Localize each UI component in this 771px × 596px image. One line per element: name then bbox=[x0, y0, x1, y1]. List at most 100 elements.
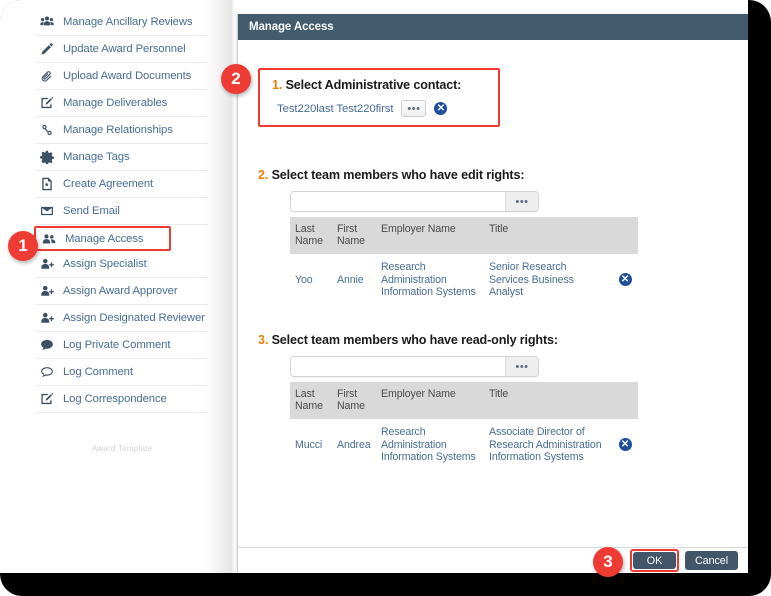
sidebar-item-label: Assign Designated Reviewer bbox=[63, 312, 205, 324]
sidebar-item-label: Assign Award Approver bbox=[63, 285, 178, 297]
sidebar-item-log-comment[interactable]: Log Comment bbox=[36, 359, 208, 386]
sidebar-item-label: Manage Access bbox=[65, 232, 144, 245]
edit-rights-search-input[interactable] bbox=[291, 192, 505, 211]
column-header: First Name bbox=[332, 217, 376, 254]
users-group-icon bbox=[36, 15, 57, 29]
callout-badge-1: 1 bbox=[8, 231, 38, 261]
section1-number: 1. bbox=[272, 78, 283, 92]
cell-employer-name: Research Administration Information Syst… bbox=[381, 426, 476, 463]
sidebar-item-create-agreement[interactable]: Create Agreement bbox=[36, 171, 208, 198]
sidebar-item-assign-award-approver[interactable]: Assign Award Approver bbox=[36, 278, 208, 305]
section-edit-rights: 2. Select team members who have edit rig… bbox=[258, 168, 658, 306]
dialog-titlebar: Manage Access bbox=[238, 14, 748, 40]
section3-heading: 3. Select team members who have read-onl… bbox=[258, 333, 658, 347]
sidebar-item-manage-deliverables[interactable]: Manage Deliverables bbox=[36, 90, 208, 117]
sidebar-item-label: Log Correspondence bbox=[63, 393, 167, 405]
section-admin-contact: 1. Select Administrative contact: Test22… bbox=[258, 68, 500, 127]
cell-actions: ✕ bbox=[612, 419, 638, 471]
section1-heading-text: Select Administrative contact: bbox=[285, 78, 462, 92]
section3-number: 3. bbox=[258, 333, 269, 347]
admin-contact-name: Test220last Test220first bbox=[277, 102, 394, 115]
sidebar-item-upload-award-documents[interactable]: Upload Award Documents bbox=[36, 63, 208, 90]
remove-circle-icon[interactable]: ✕ bbox=[434, 102, 448, 115]
sidebar-item-label: Assign Specialist bbox=[63, 258, 147, 270]
sidebar-item-log-correspondence[interactable]: Log Correspondence bbox=[36, 386, 208, 413]
cell-title: Senior Research Services Business Analys… bbox=[489, 261, 574, 298]
edit-rights-ellipsis-icon[interactable]: ••• bbox=[505, 192, 538, 211]
ellipsis-dots: ••• bbox=[515, 195, 529, 208]
users-two-icon bbox=[38, 232, 59, 246]
sidebar-item-label: Log Comment bbox=[63, 366, 133, 378]
column-header: Last Name bbox=[290, 217, 332, 254]
sidebar-item-send-email[interactable]: Send Email bbox=[36, 198, 208, 225]
application-page: Manage Ancillary Reviews Update Award Per… bbox=[0, 0, 748, 573]
section-admin-contact-highlight: 1. Select Administrative contact: Test22… bbox=[258, 68, 500, 127]
sidebar-item-manage-relationships[interactable]: Manage Relationships bbox=[36, 117, 208, 144]
sidebar-item-label: Upload Award Documents bbox=[63, 70, 192, 82]
dialog-body: 1. Select Administrative contact: Test22… bbox=[238, 40, 748, 547]
sidebar-item-label: Manage Deliverables bbox=[63, 97, 168, 109]
table-header-row: Last Name First Name Employer Name Title bbox=[290, 217, 638, 254]
user-plus-icon bbox=[36, 311, 57, 325]
sidebar-item-assign-designated-reviewer[interactable]: Assign Designated Reviewer bbox=[36, 305, 208, 332]
callout-badge-3: 3 bbox=[593, 547, 623, 577]
cell-title: Associate Director of Research Administr… bbox=[489, 426, 602, 463]
edit-rights-table: Last Name First Name Employer Name Title Yoo… bbox=[290, 217, 638, 306]
table-row: Yoo Annie Research Administration Informat… bbox=[290, 254, 638, 306]
column-header: Title bbox=[484, 217, 612, 254]
cell-actions: ✕ bbox=[612, 254, 638, 306]
sidebar-item-label: Log Private Comment bbox=[63, 339, 171, 351]
sidebar-item-label: Manage Relationships bbox=[63, 124, 173, 136]
sidebar-item-label: Send Email bbox=[63, 205, 120, 217]
table-header-row: Last Name First Name Employer Name Title bbox=[290, 382, 638, 419]
column-header bbox=[612, 217, 638, 254]
column-header bbox=[612, 382, 638, 419]
user-plus-icon bbox=[36, 257, 57, 271]
sidebar-item-update-award-personnel[interactable]: Update Award Personnel bbox=[36, 36, 208, 63]
document-star-icon bbox=[36, 177, 57, 191]
screenshot-frame: Manage Ancillary Reviews Update Award Per… bbox=[0, 0, 771, 596]
sidebar-item-label: Manage Ancillary Reviews bbox=[63, 16, 193, 28]
edit-square-icon bbox=[36, 96, 57, 110]
admin-contact-row: Test220last Test220first ••• ✕ bbox=[272, 100, 488, 117]
section3-heading-text: Select team members who have read-only r… bbox=[271, 333, 559, 347]
left-sidebar: Manage Ancillary Reviews Update Award Per… bbox=[0, 0, 236, 573]
read-only-rights-picker[interactable]: ••• bbox=[290, 356, 539, 377]
sidebar-item-manage-ancillary-reviews[interactable]: Manage Ancillary Reviews bbox=[36, 9, 208, 36]
callout-badge-2: 2 bbox=[221, 64, 251, 94]
sidebar-item-assign-specialist[interactable]: Assign Specialist bbox=[36, 251, 208, 278]
ellipsis-dots: ••• bbox=[407, 102, 421, 115]
cancel-button[interactable]: Cancel bbox=[684, 551, 738, 570]
column-header: Employer Name bbox=[376, 382, 484, 419]
cell-first-name: Annie bbox=[337, 273, 364, 286]
ok-button-highlight: OK bbox=[629, 549, 679, 572]
sidebar-nav-list: Manage Ancillary Reviews Update Award Per… bbox=[34, 9, 208, 413]
section2-number: 2. bbox=[258, 168, 269, 182]
sidebar-item-label: Update Award Personnel bbox=[63, 43, 186, 55]
edit-rights-picker[interactable]: ••• bbox=[290, 191, 539, 212]
sidebar-item-label: Manage Tags bbox=[63, 151, 130, 163]
section1-heading: 1. Select Administrative contact: bbox=[272, 78, 488, 92]
gear-icon bbox=[36, 150, 57, 164]
section2-heading: 2. Select team members who have edit rig… bbox=[258, 168, 658, 182]
ellipsis-icon[interactable]: ••• bbox=[401, 100, 427, 117]
ok-button[interactable]: OK bbox=[632, 552, 676, 569]
sidebar-item-manage-access[interactable]: Manage Access bbox=[34, 226, 171, 251]
section2-heading-text: Select team members who have edit rights… bbox=[271, 168, 525, 182]
table-row: Mucci Andrea Research Administration Infor… bbox=[290, 419, 638, 471]
read-only-rights-ellipsis-icon[interactable]: ••• bbox=[505, 357, 538, 376]
cell-last-name: Yoo bbox=[295, 273, 313, 286]
sidebar-item-manage-tags[interactable]: Manage Tags bbox=[36, 144, 208, 171]
remove-circle-icon[interactable]: ✕ bbox=[618, 273, 632, 287]
dialog-footer: OK Cancel bbox=[238, 547, 748, 573]
manage-access-dialog: Manage Access 1. Select Administrative c… bbox=[237, 14, 748, 573]
sidebar-item-label: Create Agreement bbox=[63, 178, 154, 190]
speech-outline-icon bbox=[36, 365, 57, 379]
remove-circle-icon[interactable]: ✕ bbox=[618, 438, 632, 452]
read-only-rights-search-input[interactable] bbox=[291, 357, 505, 376]
envelope-icon bbox=[36, 204, 57, 218]
sidebar-item-log-private-comment[interactable]: Log Private Comment bbox=[36, 332, 208, 359]
dialog-title: Manage Access bbox=[249, 21, 334, 33]
column-header: Title bbox=[484, 382, 612, 419]
speech-filled-icon bbox=[36, 338, 57, 352]
